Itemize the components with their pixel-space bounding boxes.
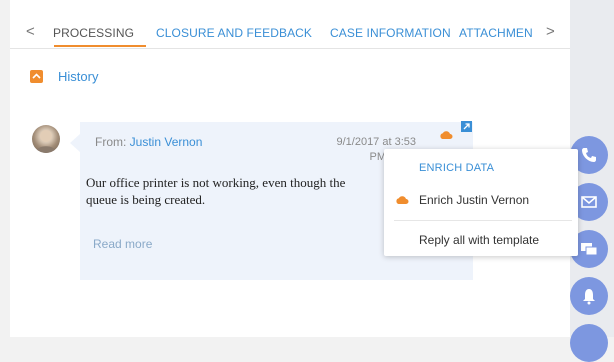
history-section-title[interactable]: History	[58, 69, 98, 84]
read-more-link[interactable]: Read more	[93, 237, 152, 251]
phone-icon	[582, 148, 596, 162]
active-tab-indicator	[54, 45, 146, 47]
date-line-1: 9/1/2017 at 3:53	[336, 136, 416, 148]
more-actions-button[interactable]	[570, 324, 608, 362]
tab-attachments[interactable]: ATTACHMEN	[459, 26, 533, 40]
tab-case-information[interactable]: CASE INFORMATION	[330, 26, 451, 40]
chevron-up-icon[interactable]	[30, 70, 43, 83]
tabs-next-arrow[interactable]: >	[546, 24, 555, 40]
cloud-icon[interactable]	[439, 130, 453, 140]
menu-item-enrich-contact[interactable]: Enrich Justin Vernon	[419, 193, 529, 207]
message-body-line-2: queue is being created.	[86, 192, 206, 207]
enrich-data-menu: ENRICH DATA Enrich Justin Vernon Reply a…	[384, 149, 578, 256]
message-from: From: Justin Vernon	[95, 135, 202, 149]
message-bubble-tail	[70, 134, 80, 152]
bell-icon	[583, 289, 595, 305]
message-body-line-1: Our office printer is not working, even …	[86, 175, 346, 190]
tab-closure-and-feedback[interactable]: CLOSURE AND FEEDBACK	[156, 26, 312, 40]
menu-divider	[394, 220, 572, 221]
menu-header: ENRICH DATA	[419, 162, 495, 174]
tab-processing[interactable]: PROCESSING	[53, 26, 134, 40]
from-prefix: From:	[95, 135, 130, 149]
sender-name-link[interactable]: Justin Vernon	[130, 135, 203, 149]
notifications-button[interactable]	[570, 277, 608, 315]
message-body: Our office printer is not working, even …	[86, 174, 396, 208]
open-external-icon[interactable]	[461, 121, 472, 132]
chat-icon	[581, 243, 598, 256]
cloud-icon	[396, 196, 409, 204]
menu-item-reply-all-template[interactable]: Reply all with template	[419, 233, 539, 247]
email-icon	[581, 196, 597, 208]
tabs-prev-arrow[interactable]: <	[26, 24, 35, 40]
avatar	[32, 125, 60, 153]
tab-bar: < PROCESSING CLOSURE AND FEEDBACK CASE I…	[10, 0, 570, 49]
